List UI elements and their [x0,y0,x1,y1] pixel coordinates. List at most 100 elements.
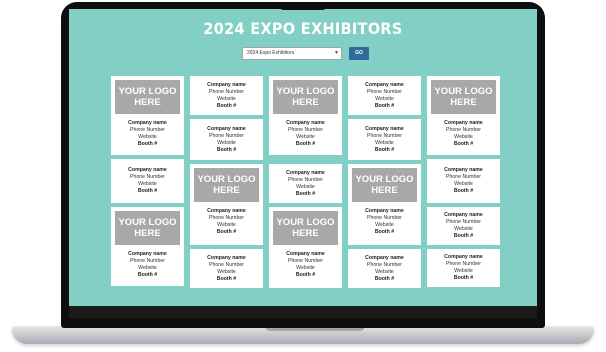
exhibitor-card[interactable]: Company name Phone Number Website Booth # [348,119,421,160]
company-info: Company name Phone Number Website Booth # [111,120,184,148]
exhibitor-card[interactable]: YOUR LOGO HERE Company name Phone Number Web… [269,207,342,288]
website-link[interactable]: Website [427,226,500,233]
exhibitor-card[interactable]: YOUR LOGO HERE Company name Phone Number Web… [269,76,342,155]
company-name: Company name [286,169,325,176]
phone-number: Phone Number [130,174,165,180]
website-link[interactable]: Website [348,140,421,147]
website-link[interactable]: Website [269,184,342,191]
phone-number: Phone Number [367,215,402,221]
footer-bar [69,306,537,318]
company-name: Company name [444,120,483,126]
exhibitor-card[interactable]: YOUR LOGO HERE Company name Phone Number Web… [111,207,184,286]
booth-number: Booth # [295,141,316,147]
website-link[interactable]: Website [269,134,342,141]
booth-number: Booth # [453,188,474,194]
company-info: Company name Phone Number Website Booth # [190,82,263,110]
screen: 2024 EXPO EXHIBITORS 2024 Expo Exhibitor… [69,9,537,318]
company-name: Company name [286,120,325,126]
logo-placeholder: YOUR LOGO HERE [273,80,338,114]
logo-placeholder: YOUR LOGO HERE [115,211,180,245]
phone-number: Phone Number [209,215,244,221]
company-name: Company name [365,254,404,261]
logo-placeholder-line2: HERE [134,228,161,239]
exhibitor-card[interactable]: Company name Phone Number Website Booth # [427,249,500,287]
booth-number: Booth # [216,146,237,153]
company-info: Company name Phone Number Website Booth # [427,167,500,195]
phone-number: Phone Number [288,176,323,183]
phone-number: Phone Number [209,132,244,139]
website-link[interactable]: Website [190,140,263,147]
logo-placeholder-line1: YOUR LOGO [197,174,256,185]
logo-placeholder-line2: HERE [213,185,240,196]
phone-number: Phone Number [367,88,402,95]
phone-number: Phone Number [446,174,481,180]
phone-number: Phone Number [446,127,481,133]
website-link[interactable]: Website [111,181,184,188]
company-name: Company name [207,208,246,214]
company-name: Company name [365,81,404,88]
booth-number: Booth # [374,275,395,282]
booth-number: Booth # [453,141,474,147]
exhibitor-card[interactable]: Company name Phone Number Website Booth # [269,164,342,203]
booth-number: Booth # [374,146,395,153]
exhibitor-card[interactable]: Company name Phone Number Website Booth # [348,249,421,288]
phone-number: Phone Number [130,127,165,133]
website-link[interactable]: Website [190,96,263,103]
company-info: Company name Phone Number Website Booth # [111,167,184,195]
logo-placeholder: YOUR LOGO HERE [194,168,259,202]
exhibitor-filter-select[interactable]: 2024 Expo Exhibitors ▾ [242,47,342,60]
company-name: Company name [444,254,483,260]
logo-placeholder-line2: HERE [371,185,398,196]
company-info: Company name Phone Number Website Booth # [427,120,500,148]
exhibitor-card[interactable]: Company name Phone Number Website Booth # [190,249,263,288]
booth-number: Booth # [374,102,395,109]
company-name: Company name [286,251,325,257]
website-link[interactable]: Website [111,134,184,141]
booth-number: Booth # [295,190,316,197]
phone-number: Phone Number [446,219,481,225]
exhibitor-card[interactable]: Company name Phone Number Website Booth # [427,159,500,203]
logo-placeholder-line2: HERE [292,97,319,108]
phone-number: Phone Number [367,132,402,139]
logo-placeholder-line2: HERE [292,228,319,239]
exhibitor-card[interactable]: YOUR LOGO HERE Company name Phone Number Web… [427,76,500,155]
website-link[interactable]: Website [427,134,500,141]
exhibitor-card[interactable]: Company name Phone Number Website Booth # [111,159,184,203]
website-link[interactable]: Website [190,269,263,276]
exhibitor-card[interactable]: Company name Phone Number Website Booth # [427,207,500,245]
logo-placeholder-line2: HERE [450,97,477,108]
website-link[interactable]: Website [269,265,342,272]
go-button[interactable]: GO [349,47,369,60]
exhibitor-card[interactable]: YOUR LOGO HERE Company name Phone Number Web… [348,164,421,245]
booth-number: Booth # [216,102,237,109]
company-info: Company name Phone Number Website Booth # [190,255,263,283]
phone-number: Phone Number [288,258,323,264]
logo-placeholder: YOUR LOGO HERE [352,168,417,202]
website-link[interactable]: Website [427,181,500,188]
website-link[interactable]: Website [111,265,184,272]
website-link[interactable]: Website [348,96,421,103]
company-name: Company name [128,251,167,257]
website-link[interactable]: Website [190,222,263,229]
website-link[interactable]: Website [427,268,500,275]
phone-number: Phone Number [446,261,481,267]
filter-selected-value: 2024 Expo Exhibitors [247,50,295,56]
company-name: Company name [207,81,246,88]
booth-number: Booth # [216,275,237,282]
website-link[interactable]: Website [348,222,421,229]
company-name: Company name [207,254,246,261]
page-title: 2024 EXPO EXHIBITORS [203,19,403,38]
logo-placeholder-line1: YOUR LOGO [276,217,335,228]
phone-number: Phone Number [209,261,244,268]
exhibitor-card[interactable]: Company name Phone Number Website Booth # [190,119,263,160]
company-name: Company name [365,208,404,214]
exhibitor-card[interactable]: YOUR LOGO HERE Company name Phone Number Web… [190,164,263,245]
logo-placeholder-line1: YOUR LOGO [355,174,414,185]
company-info: Company name Phone Number Website Booth # [269,170,342,198]
exhibitor-card[interactable]: Company name Phone Number Website Booth # [190,76,263,115]
exhibitor-card[interactable]: YOUR LOGO HERE Company name Phone Number Web… [111,76,184,155]
company-name: Company name [128,167,167,173]
website-link[interactable]: Website [348,269,421,276]
company-info: Company name Phone Number Website Booth # [190,208,263,236]
exhibitor-card[interactable]: Company name Phone Number Website Booth # [348,76,421,115]
